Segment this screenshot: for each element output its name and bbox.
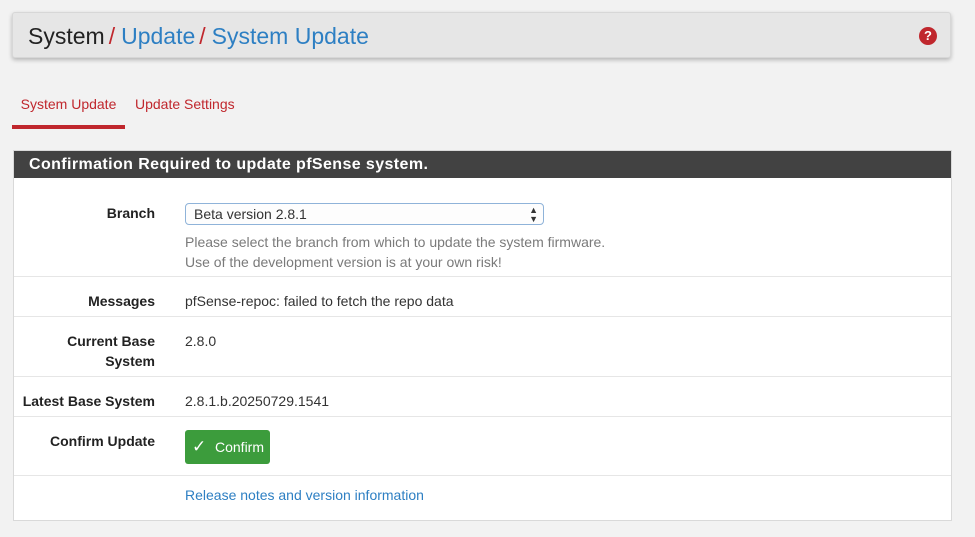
branch-select[interactable]: Beta version 2.8.1 ▲ ▼: [185, 203, 544, 225]
release-notes-row: Release notes and version information: [14, 475, 951, 520]
breadcrumb-separator: /: [108, 23, 116, 49]
release-notes-link[interactable]: Release notes and version information: [185, 485, 424, 505]
branch-help-text-2: Use of the development version is at you…: [185, 254, 502, 270]
current-base-label-line1: Current Base: [67, 333, 155, 349]
check-icon: ✓: [192, 437, 207, 456]
messages-label: Messages: [88, 293, 155, 309]
branch-select-value: Beta version 2.8.1: [194, 206, 307, 222]
confirm-button-label: Confirm: [215, 439, 265, 455]
branch-help-text-1: Please select the branch from which to u…: [185, 234, 606, 250]
latest-base-label: Latest Base System: [22, 393, 155, 409]
page-header: System / Update / System Update ?: [12, 12, 951, 58]
confirm-update-label: Confirm Update: [50, 433, 155, 449]
help-icon[interactable]: ?: [919, 27, 937, 45]
branch-row: Branch Beta version 2.8.1 ▲ ▼ Please sele…: [14, 178, 951, 277]
messages-value: pfSense-repoc: failed to fetch the repo …: [185, 293, 454, 309]
current-base-value: 2.8.0: [185, 333, 217, 349]
confirm-button[interactable]: ✓ Confirm: [185, 430, 270, 464]
panel-title: Confirmation Required to update pfSense …: [14, 151, 951, 178]
breadcrumb-system-update-link[interactable]: System Update: [212, 23, 369, 49]
breadcrumb-separator: /: [199, 23, 206, 49]
current-base-row: Current Base System 2.8.0: [14, 316, 951, 377]
breadcrumb-system: System: [28, 23, 105, 49]
latest-base-value: 2.8.1.b.20250729.1541: [185, 393, 330, 409]
tab-system-update[interactable]: System Update: [12, 86, 125, 129]
tab-update-settings[interactable]: Update Settings: [135, 86, 235, 126]
confirmation-panel: Confirmation Required to update pfSense …: [13, 150, 952, 521]
breadcrumb-update-link[interactable]: Update: [121, 23, 195, 49]
current-base-label-line2: System: [105, 353, 155, 369]
breadcrumb: System / Update / System Update: [28, 21, 369, 51]
latest-base-row: Latest Base System 2.8.1.b.20250729.1541: [14, 376, 951, 417]
current-base-label: Current Base System: [14, 331, 155, 371]
confirm-update-row: Confirm Update ✓ Confirm: [14, 416, 951, 476]
branch-label: Branch: [106, 205, 155, 221]
select-arrows-icon: ▲ ▼: [529, 205, 538, 224]
messages-row: Messages pfSense-repoc: failed to fetch …: [14, 276, 951, 317]
